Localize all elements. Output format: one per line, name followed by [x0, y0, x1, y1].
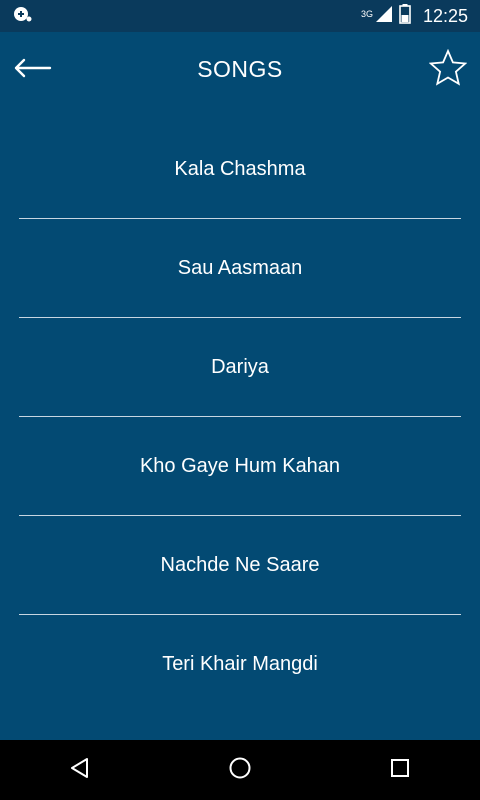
list-item[interactable]: Kala Chashma [19, 120, 461, 218]
status-right: 3G 12:25 [360, 3, 468, 29]
list-item[interactable]: Dariya [19, 318, 461, 416]
status-left [12, 4, 32, 29]
list-item[interactable]: Teri Khair Mangdi [19, 615, 461, 713]
nav-home-button[interactable] [210, 740, 270, 800]
list-item[interactable]: Sau Aasmaan [19, 219, 461, 317]
list-item[interactable]: Nachde Ne Saare [19, 516, 461, 614]
nav-recents-button[interactable] [370, 740, 430, 800]
app-bar: SONGS [0, 32, 480, 108]
notification-icon [12, 4, 32, 29]
circle-home-icon [228, 756, 252, 785]
square-recents-icon [388, 756, 412, 785]
nav-back-button[interactable] [50, 740, 110, 800]
song-list: Kala Chashma Sau Aasmaan Dariya Kho Gaye… [0, 120, 480, 713]
battery-icon [399, 3, 411, 29]
network-type: 3G [360, 8, 373, 19]
status-time: 12:25 [422, 5, 468, 26]
favorite-button[interactable] [424, 46, 472, 94]
triangle-back-icon [68, 756, 92, 785]
status-bar: 3G 12:25 [0, 0, 480, 32]
star-outline-icon [428, 48, 468, 92]
system-nav-bar [0, 740, 480, 800]
page-title: SONGS [197, 56, 283, 82]
signal-icon [375, 5, 393, 28]
list-item[interactable]: Kho Gaye Hum Kahan [19, 417, 461, 515]
